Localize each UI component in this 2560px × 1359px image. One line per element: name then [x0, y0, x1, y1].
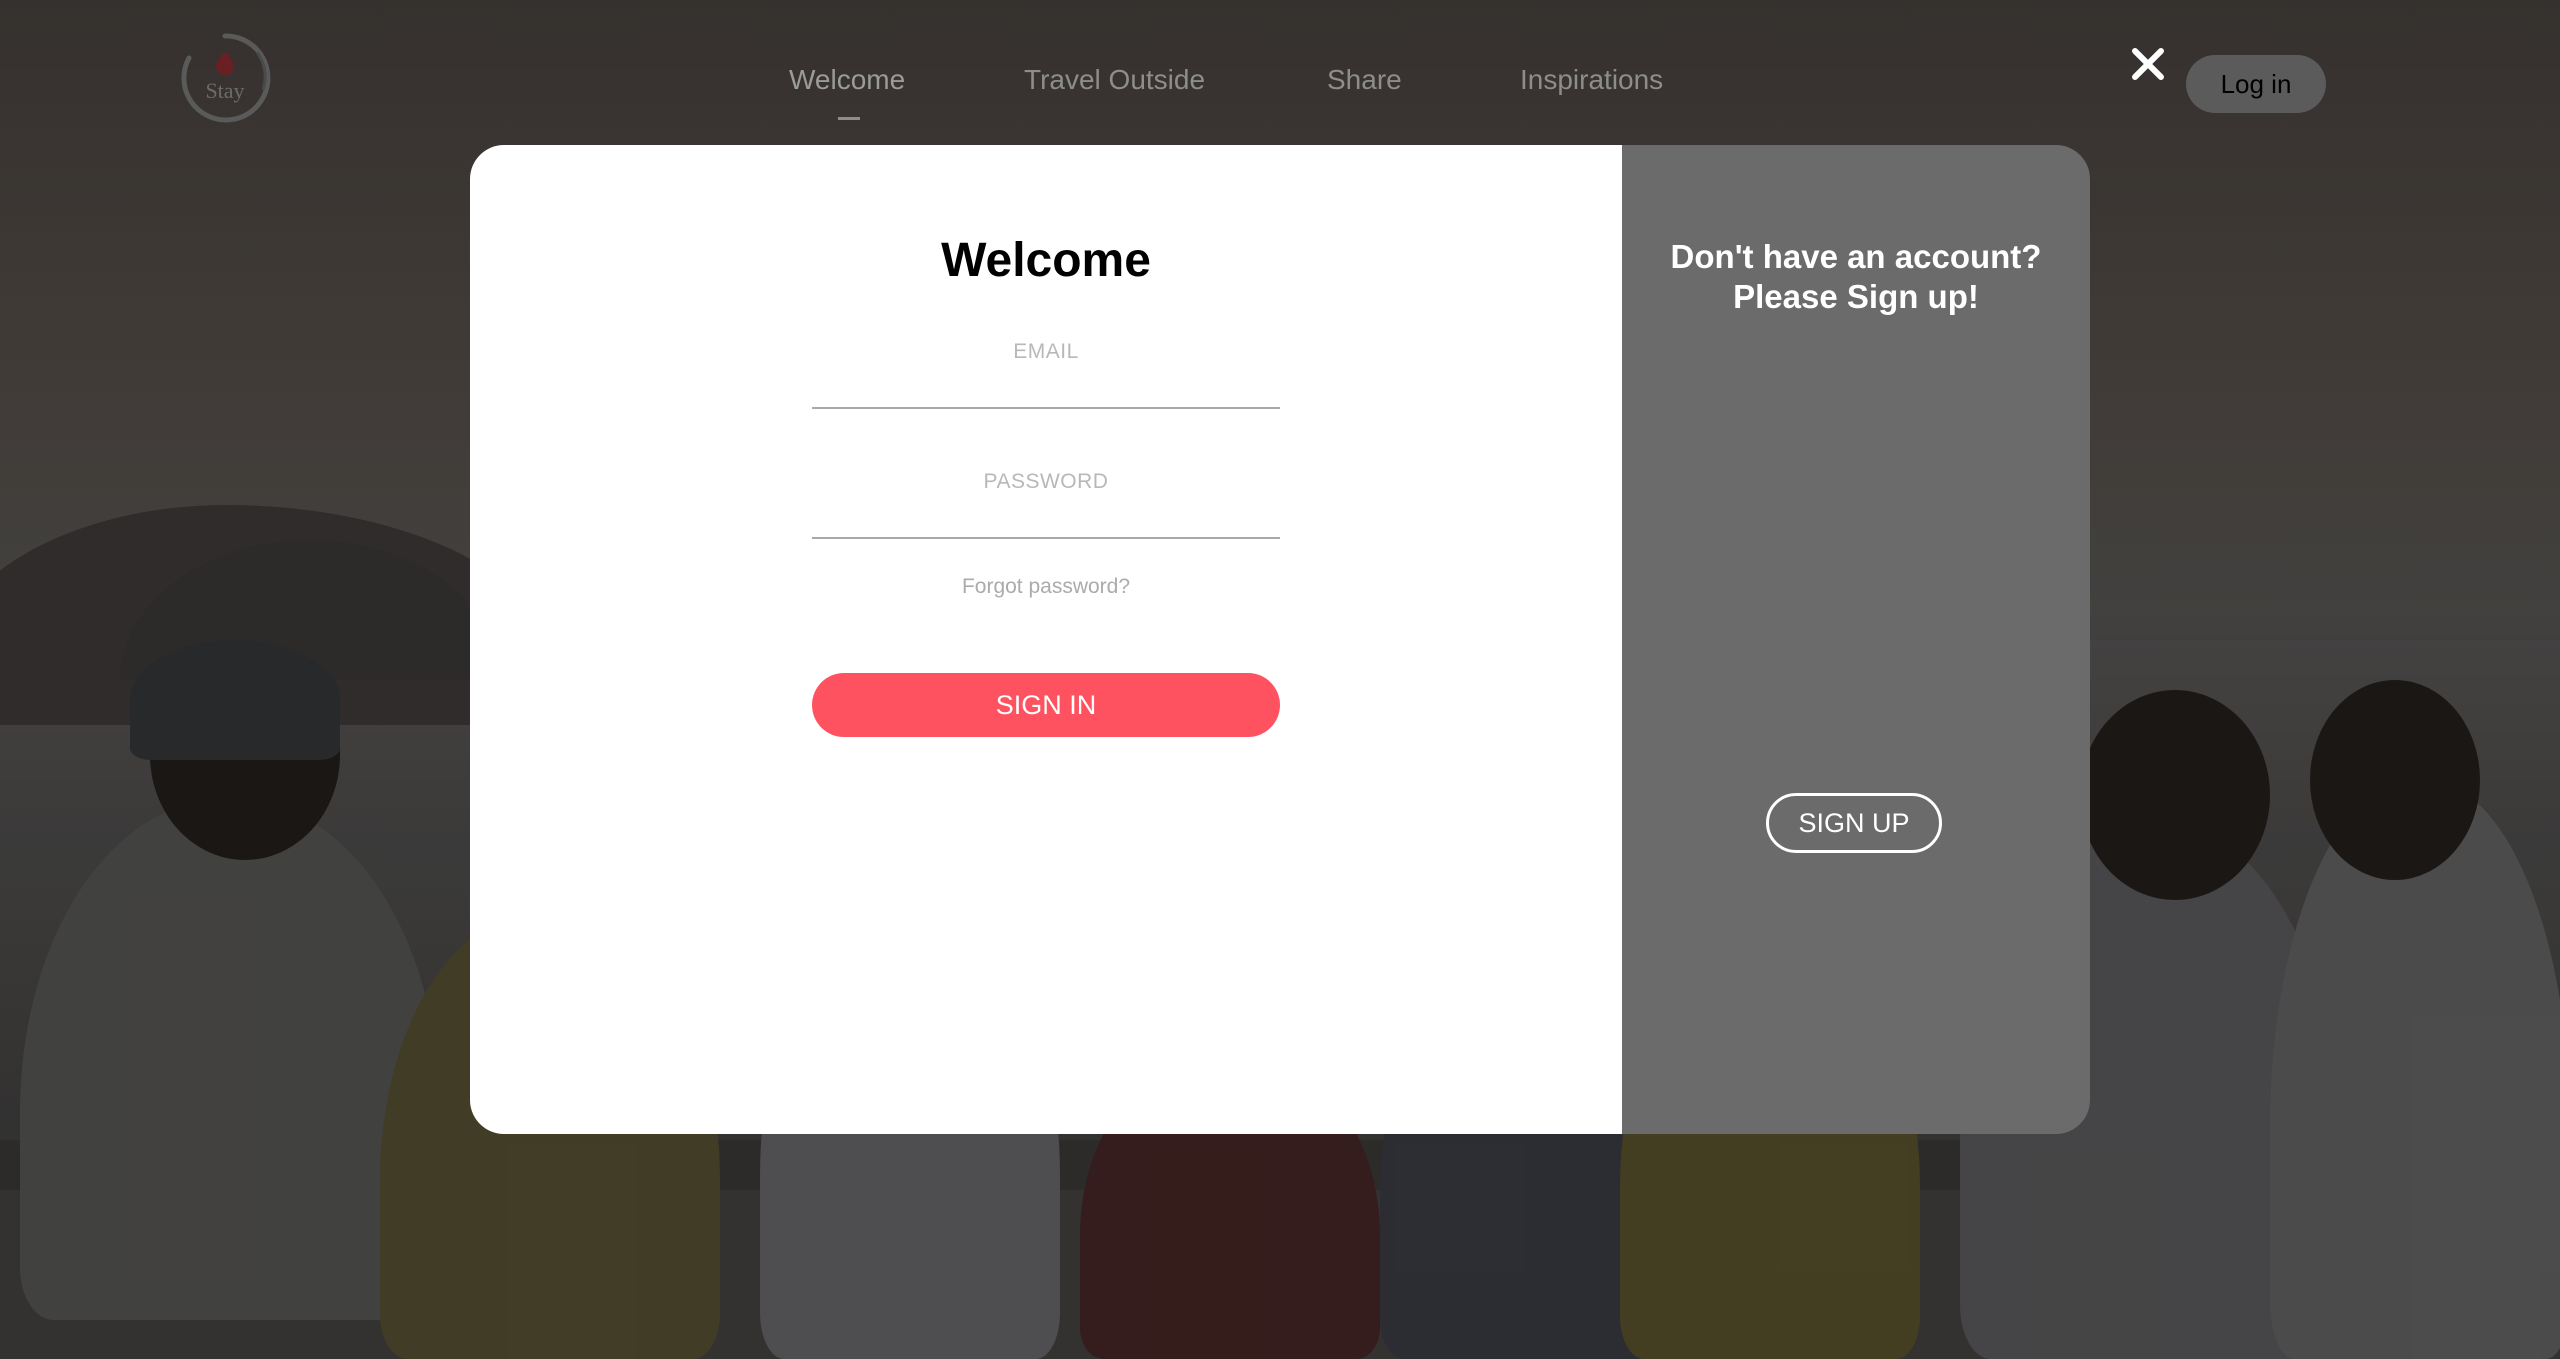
password-label: PASSWORD	[983, 470, 1109, 493]
nav-inspirations[interactable]: Inspirations	[1520, 64, 1663, 96]
nav-travel-outside[interactable]: Travel Outside	[1024, 64, 1205, 96]
signin-panel: Welcome EMAIL PASSWORD Forgot password? …	[470, 145, 1622, 1134]
signup-panel: Don't have an account? Please Sign up! S…	[1622, 145, 2090, 1134]
logo[interactable]: Stay	[177, 30, 273, 126]
nav-active-indicator	[838, 117, 860, 120]
password-field[interactable]	[812, 497, 1280, 539]
sign-up-button[interactable]: SIGN UP	[1766, 793, 1942, 853]
login-button[interactable]: Log in	[2186, 55, 2326, 113]
logo-text: Stay	[205, 78, 244, 103]
nav-welcome[interactable]: Welcome	[789, 64, 905, 96]
signup-heading: Don't have an account? Please Sign up!	[1622, 237, 2090, 317]
email-field[interactable]	[812, 367, 1280, 409]
forgot-password-link[interactable]: Forgot password?	[470, 575, 1622, 599]
nav-share[interactable]: Share	[1327, 64, 1402, 96]
email-label: EMAIL	[1013, 340, 1079, 363]
sign-in-button[interactable]: SIGN IN	[812, 673, 1280, 737]
login-modal: Welcome EMAIL PASSWORD Forgot password? …	[470, 145, 2090, 1134]
signup-heading-line2: Please Sign up!	[1733, 278, 1979, 315]
close-icon[interactable]	[2129, 45, 2167, 83]
logo-icon: Stay	[181, 33, 271, 123]
modal-title: Welcome	[941, 234, 1151, 287]
signup-heading-line1: Don't have an account?	[1670, 238, 2042, 275]
